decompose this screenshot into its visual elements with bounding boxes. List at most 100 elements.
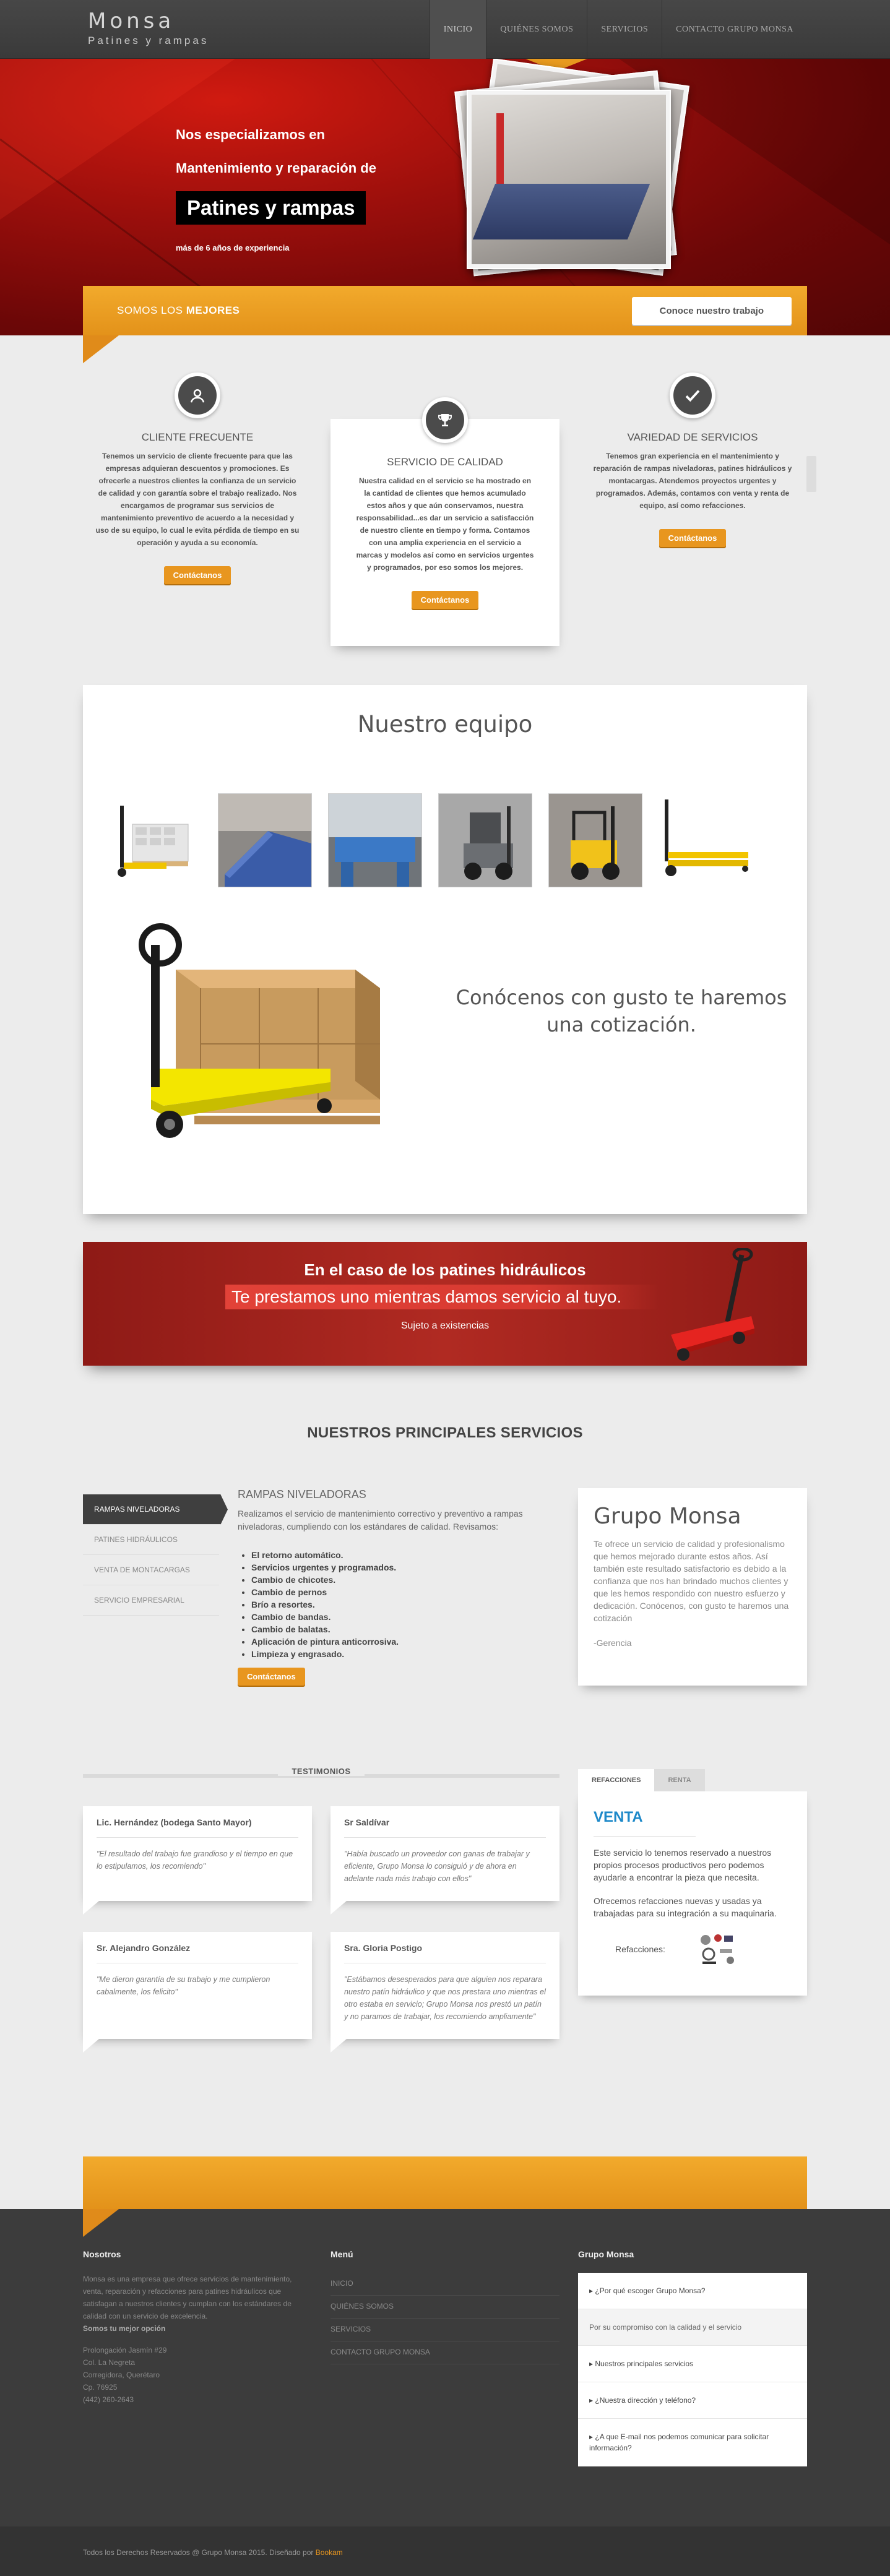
- footer-link-inicio[interactable]: INICIO: [331, 2273, 559, 2296]
- testimonial-card: Lic. Hernández (bodega Santo Mayor) "El …: [83, 1806, 312, 1901]
- red-pallet-jack-image: [671, 1248, 754, 1361]
- testimonial-quote: "Había buscado un proveedor con ganas de…: [344, 1850, 530, 1883]
- list-item: El retorno automático.: [251, 1549, 559, 1561]
- contactanos-button[interactable]: Contáctanos: [238, 1668, 305, 1686]
- hero-line-1: Nos especializamos en: [176, 127, 325, 142]
- conoce-trabajo-button[interactable]: Conoce nuestro trabajo: [631, 296, 792, 325]
- tab-servicio-empresarial[interactable]: SERVICIO EMPRESARIAL: [83, 1585, 219, 1616]
- accordion-item[interactable]: ▸ ¿A que E-mail nos podemos comunicar pa…: [578, 2419, 807, 2466]
- tab-rampas-niveladoras[interactable]: RAMPAS NIVELADORAS: [83, 1494, 228, 1525]
- panel-text-1: Este servicio lo tenemos reservado a nue…: [594, 1848, 772, 1882]
- nav-contacto[interactable]: CONTACTO GRUPO MONSA: [662, 0, 807, 59]
- designer-link[interactable]: Bookam: [316, 2548, 343, 2557]
- footer-address: Prolongación Jasmín #29 Col. La Negreta …: [83, 2344, 312, 2406]
- feature-text: Nuestra calidad en el servicio se ha mos…: [356, 476, 534, 572]
- accordion-item[interactable]: ▸ ¿Nuestra dirección y teléfono?: [578, 2382, 807, 2419]
- footer-about: Nosotros Monsa es una empresa que ofrece…: [83, 2249, 312, 2466]
- card-title: Grupo Monsa: [594, 1504, 741, 1529]
- footer-faq: Grupo Monsa ▸ ¿Por qué escoger Grupo Mon…: [578, 2249, 807, 2466]
- testimonios-title: TESTIMONIOS: [278, 1767, 365, 1776]
- servicios-tabs: RAMPAS NIVELADORAS PATINES HIDRÁULICOS V…: [83, 1494, 228, 1686]
- list-item: Cambio de pernos: [251, 1586, 559, 1598]
- phone-number: (442) 260-2643: [83, 2395, 134, 2404]
- testimonial-quote: "El resultado del trabajo fue grandioso …: [97, 1850, 293, 1871]
- list-item: Brío a resortes.: [251, 1598, 559, 1611]
- footer-link-servicios[interactable]: SERVICIOS: [331, 2319, 559, 2341]
- banner-title-prefix: SOMOS LOS: [117, 304, 183, 316]
- testimonios-section: TESTIMONIOS Lic. Hernández (bodega Santo…: [83, 1766, 807, 2039]
- hero-subtitle: más de 6 años de experiencia: [176, 243, 290, 252]
- equipo-title: Nuestro equipo: [357, 711, 533, 738]
- testimonial-author: Sra. Gloria Postigo: [344, 1943, 546, 1963]
- tab-renta[interactable]: RENTA: [654, 1769, 705, 1791]
- footer-about-text: Monsa es una empresa que ofrece servicio…: [83, 2275, 292, 2320]
- hero-text: Nos especializamos en Mantenimiento y re…: [176, 118, 376, 252]
- card-signature: -Gerencia: [594, 1638, 632, 1648]
- list-item: Cambio de bandas.: [251, 1611, 559, 1623]
- list-item: Servicios urgentes y programados.: [251, 1561, 559, 1574]
- features-section: CLIENTE FRECUENTE Tenemos un servicio de…: [83, 335, 816, 685]
- contactanos-button[interactable]: Contáctanos: [163, 566, 231, 584]
- gallery-thumb-forklift-yellow[interactable]: [548, 793, 642, 887]
- tab-refacciones[interactable]: REFACCIONES: [578, 1769, 655, 1791]
- testimonial-card: Sr. Alejandro González "Me dieron garant…: [83, 1932, 312, 2039]
- testimonial-card: Sra. Gloria Postigo "Estábamos desespera…: [331, 1932, 559, 2039]
- hero-photo-front: [467, 90, 671, 269]
- nav-inicio[interactable]: INICIO: [429, 0, 486, 59]
- footer-link-quienes-somos[interactable]: QUIÉNES SOMOS: [331, 2296, 559, 2319]
- servicios-section: NUESTROS PRINCIPALES SERVICIOS RAMPAS NI…: [83, 1424, 807, 1686]
- contactanos-button[interactable]: Contáctanos: [411, 591, 479, 609]
- servicio-checklist: El retorno automático. Servicios urgente…: [251, 1549, 559, 1660]
- testimonial-author: Lic. Hernández (bodega Santo Mayor): [97, 1817, 298, 1838]
- banner-title-bold: MEJORES: [186, 304, 240, 316]
- feature-cliente-frecuente: CLIENTE FRECUENTE Tenemos un servicio de…: [83, 373, 312, 646]
- testimonial-quote: "Me dieron garantía de su trabajo y me c…: [97, 1975, 270, 1996]
- refacciones-image[interactable]: [696, 1931, 740, 1968]
- gallery-thumb-dock-leveler[interactable]: [218, 793, 312, 887]
- tab-patines-hidraulicos[interactable]: PATINES HIDRÁULICOS: [83, 1525, 219, 1555]
- logo[interactable]: Monsa Patines y rampas: [83, 0, 209, 59]
- gallery-thumb-dock-ramp[interactable]: [328, 793, 422, 887]
- nav-servicios[interactable]: SERVICIOS: [587, 0, 662, 59]
- trophy-icon: [422, 397, 468, 443]
- equipo-message: Conócenos con gusto te haremos una cotiz…: [456, 986, 787, 1036]
- hero-line-2: Mantenimiento y reparación de: [176, 160, 376, 176]
- footer-heading: Grupo Monsa: [578, 2249, 634, 2259]
- footer-top-bar: [83, 2156, 807, 2237]
- feature-text: Tenemos un servicio de cliente frecuente…: [95, 452, 300, 547]
- feature-title: CLIENTE FRECUENTE: [141, 431, 254, 443]
- refacciones-label: Refacciones:: [615, 1944, 665, 1954]
- footer-heading: Menú: [331, 2249, 353, 2259]
- cta-banner: SOMOS LOS MEJORES Conoce nuestro trabajo: [83, 286, 807, 363]
- accordion-answer: Por su compromiso con la calidad y el se…: [589, 2323, 742, 2332]
- site-footer: Nosotros Monsa es una empresa que ofrece…: [0, 2209, 890, 2576]
- tab-venta-montacargas[interactable]: VENTA DE MONTACARGAS: [83, 1555, 219, 1585]
- servicio-heading: RAMPAS NIVELADORAS: [238, 1488, 366, 1501]
- gallery-thumb-forklift-gray[interactable]: [438, 793, 532, 887]
- testimonial-card: Sr Saldívar "Había buscado un proveedor …: [331, 1806, 559, 1901]
- panel-heading: VENTA: [594, 1809, 643, 1825]
- promo-banner: En el caso de los patines hidráulicos Te…: [83, 1242, 807, 1366]
- accordion-label: ¿Nuestra dirección y teléfono?: [595, 2396, 696, 2405]
- footer-link-contacto[interactable]: CONTACTO GRUPO MONSA: [331, 2341, 559, 2364]
- nav-quienes-somos[interactable]: QUIÉNES SOMOS: [486, 0, 587, 59]
- gallery-thumb-pallet-jack-yellow[interactable]: [659, 793, 753, 887]
- gallery-thumb-pallet-jack-load[interactable]: [108, 793, 202, 887]
- testimonios-heading: TESTIMONIOS: [83, 1766, 559, 1785]
- accordion-item[interactable]: ▸ Nuestros principales servicios: [578, 2346, 807, 2382]
- feature-servicio-calidad: SERVICIO DE CALIDAD Nuestra calidad en e…: [331, 397, 559, 646]
- address-line: Cp. 76925: [83, 2383, 118, 2392]
- testimonial-author: Sr Saldívar: [344, 1817, 546, 1838]
- card-text: Te ofrece un servicio de calidad y profe…: [594, 1539, 789, 1623]
- list-item: Cambio de chicotes.: [251, 1574, 559, 1586]
- list-item: Limpieza y engrasado.: [251, 1648, 559, 1660]
- list-item: Aplicación de pintura anticorrosiva.: [251, 1635, 559, 1648]
- copyright-bar: Todos los Derechos Reservados @ Grupo Mo…: [0, 2526, 890, 2576]
- list-item: Cambio de balatas.: [251, 1623, 559, 1635]
- accordion-label: ¿A que E-mail nos podemos comunicar para…: [589, 2432, 769, 2452]
- pallet-jack-image: [126, 920, 399, 1155]
- accordion-item[interactable]: ▸ ¿Por qué escoger Grupo Monsa?: [578, 2273, 807, 2309]
- contactanos-button[interactable]: Contáctanos: [659, 529, 727, 547]
- address-line: Corregidora, Querétaro: [83, 2371, 160, 2379]
- scroll-tab[interactable]: [806, 456, 816, 492]
